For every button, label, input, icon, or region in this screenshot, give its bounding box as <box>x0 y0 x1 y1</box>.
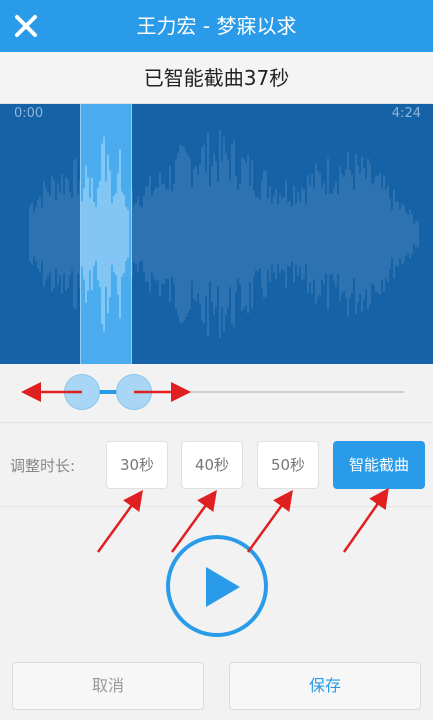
play-button[interactable] <box>166 535 268 637</box>
waveform-area[interactable]: 0:00 4:24 <box>0 104 433 364</box>
range-slider[interactable] <box>0 364 433 422</box>
duration-controls: 调整时长: 30秒 40秒 50秒 智能截曲 <box>0 422 433 506</box>
smart-cut-button[interactable]: 智能截曲 <box>333 441 425 489</box>
slider-handle-end[interactable] <box>116 374 152 410</box>
duration-40s-button[interactable]: 40秒 <box>181 441 243 489</box>
start-time: 0:00 <box>14 106 44 121</box>
save-button[interactable]: 保存 <box>229 662 421 710</box>
cancel-button[interactable]: 取消 <box>12 662 204 710</box>
status-bar: 已智能截曲37秒 <box>0 52 433 104</box>
status-message: 已智能截曲37秒 <box>143 66 290 90</box>
duration-label: 调整时长: <box>10 457 76 475</box>
duration-30s-button[interactable]: 30秒 <box>106 441 168 489</box>
slider-handle-start[interactable] <box>64 374 100 410</box>
close-button[interactable] <box>8 8 44 44</box>
end-time: 4:24 <box>391 106 421 121</box>
close-icon <box>15 15 37 37</box>
player-area <box>0 506 433 646</box>
action-bar: 取消 保存 <box>0 646 433 720</box>
play-icon <box>206 567 240 607</box>
page-title: 王力宏 - 梦寐以求 <box>136 14 297 38</box>
selection-waveform <box>81 136 129 332</box>
title-bar: 王力宏 - 梦寐以求 <box>0 0 433 52</box>
duration-50s-button[interactable]: 50秒 <box>257 441 319 489</box>
waveform <box>29 130 419 338</box>
